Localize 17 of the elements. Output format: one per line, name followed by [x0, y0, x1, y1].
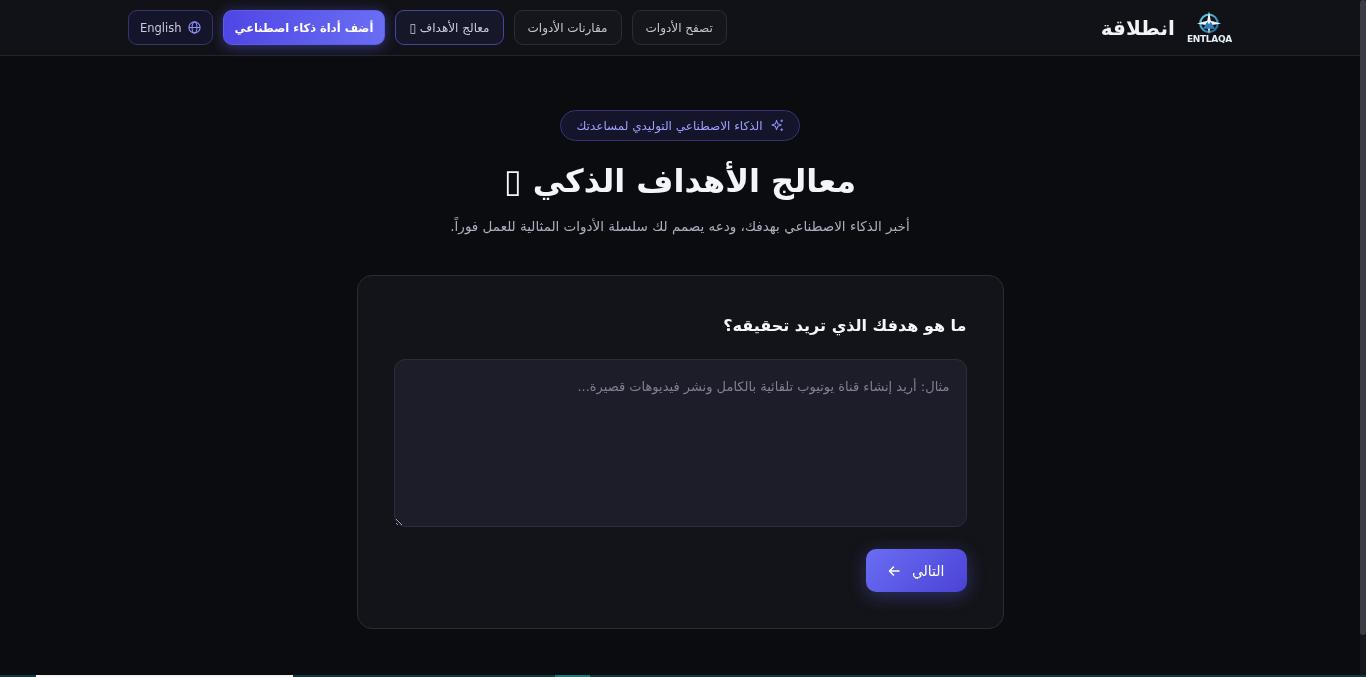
page-subtitle: أخبر الذكاء الاصطناعي بهدفك، ودعه يصمم لك سلسلة الأدوات المثالية للعمل فوراً.: [450, 216, 910, 237]
star-emblem-icon: [1195, 11, 1224, 34]
add-tool-button[interactable]: أضف أداة ذكاء اصطناعي: [222, 10, 386, 45]
badge-text: الذكاء الاصطناعي التوليدي لمساعدتك: [576, 118, 763, 133]
brand-name[interactable]: انطلاقة: [1100, 15, 1175, 40]
sparkles-icon: [770, 119, 784, 132]
nav-tab[interactable]: مقارنات الأدوات: [513, 10, 622, 45]
page-title: معالج الأهداف الذكي ▯: [503, 160, 857, 202]
language-button[interactable]: English: [128, 10, 213, 45]
arrow-left-icon: [887, 564, 900, 577]
globe-icon: [187, 21, 201, 34]
nav-tab[interactable]: تصفح الأدوات: [631, 10, 727, 45]
logo-wordmark: ENTLAQA: [1186, 34, 1232, 44]
next-button[interactable]: التالي: [865, 549, 967, 592]
nav-tab[interactable]: معالج الأهداف ▯: [395, 10, 504, 45]
goal-input-field[interactable]: مثال: أريد إنشاء قناة يوتيوب تلقائية بالكامل ونشر فيديوهات قصيرة...: [393, 359, 967, 527]
goal-question: ما هو هدفك الذي تريد تحقيقه؟: [722, 315, 967, 338]
